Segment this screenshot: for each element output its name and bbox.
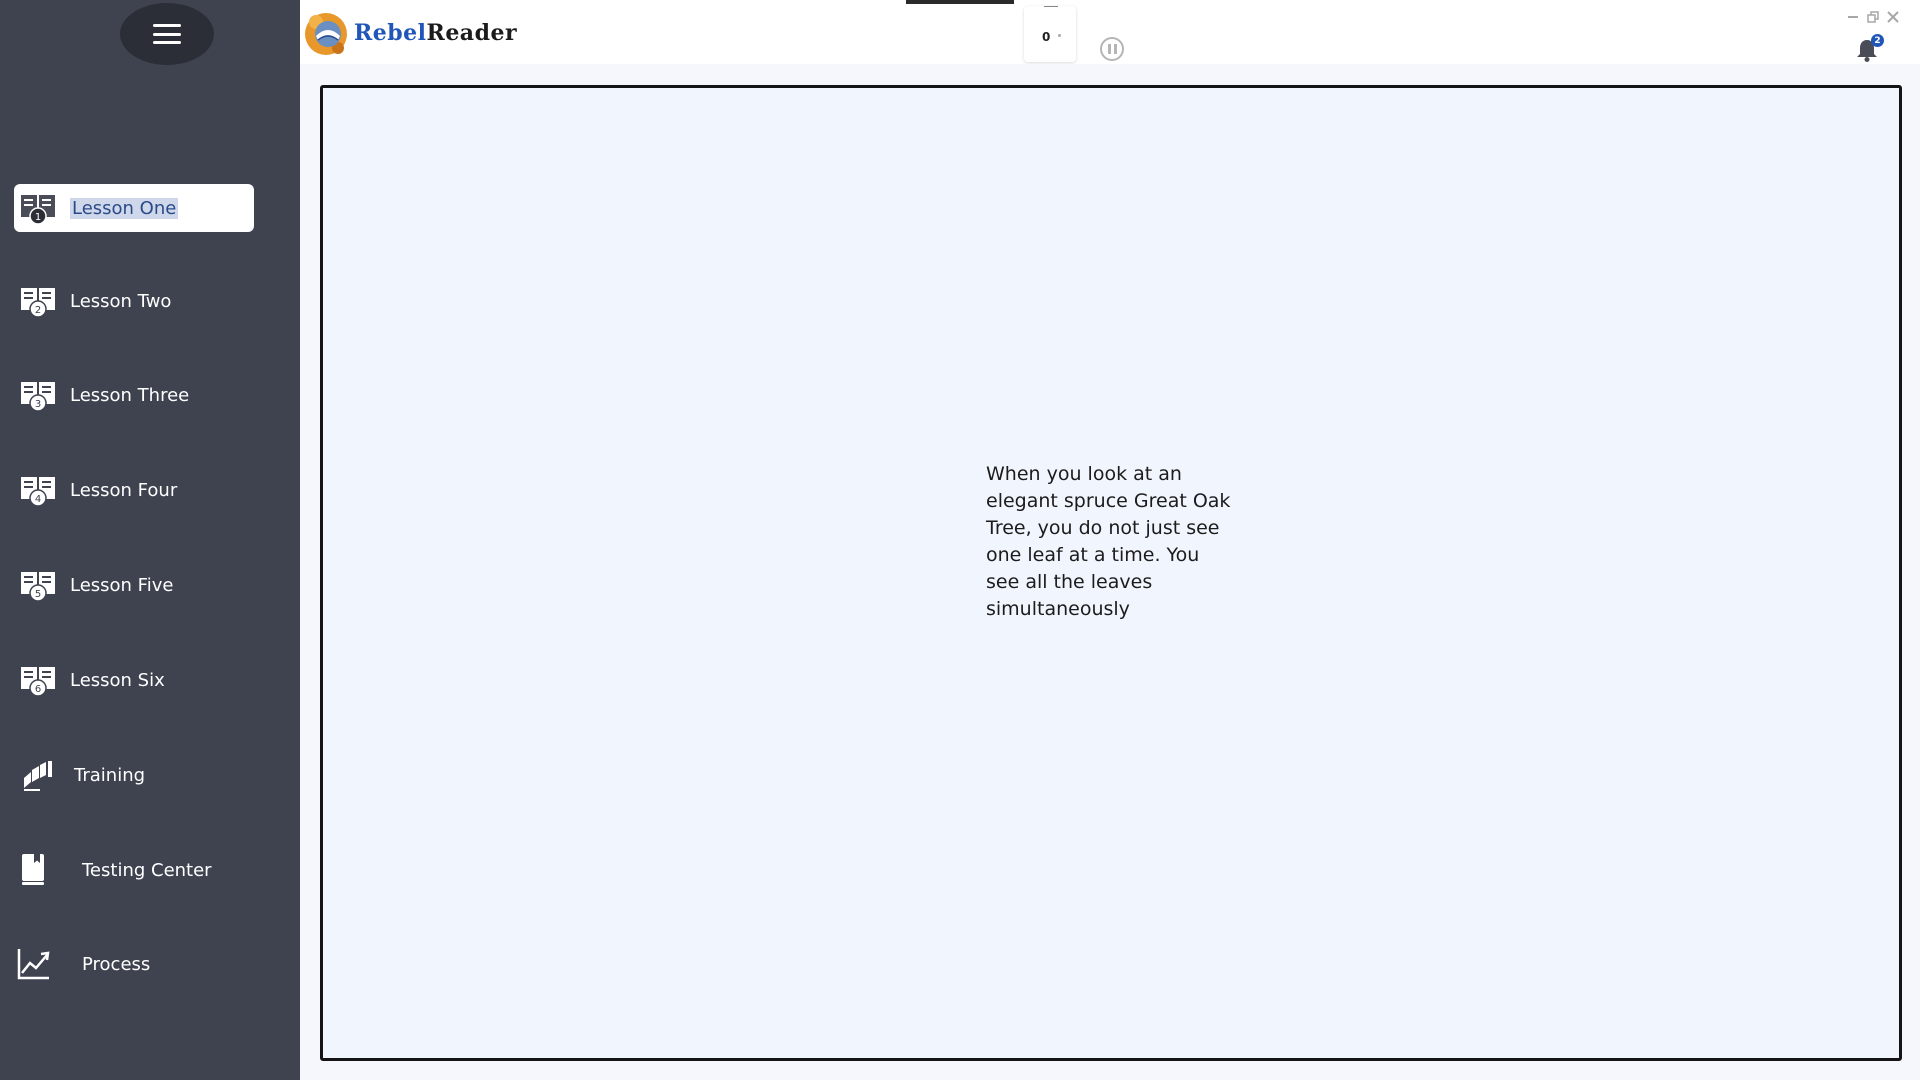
lesson-1-icon: 1 <box>18 188 58 228</box>
book-icon <box>14 850 54 890</box>
lesson-4-icon: 4 <box>18 470 58 510</box>
counter-dot <box>1058 34 1061 37</box>
minimize-icon[interactable] <box>1846 10 1860 24</box>
svg-text:4: 4 <box>35 494 41 505</box>
sidebar-item-label: Testing Center <box>82 859 212 881</box>
restore-icon[interactable] <box>1866 10 1880 24</box>
training-icon <box>18 755 58 795</box>
notifications-button[interactable]: 2 <box>1856 34 1884 64</box>
sidebar-item-lesson-three[interactable]: 3 Lesson Three <box>14 371 254 419</box>
sidebar-item-lesson-four[interactable]: 4 Lesson Four <box>14 466 254 514</box>
hamburger-icon <box>153 24 181 44</box>
close-icon[interactable] <box>1886 10 1900 24</box>
svg-text:3: 3 <box>35 399 41 410</box>
pause-button[interactable] <box>1100 37 1124 61</box>
sidebar-item-label: Lesson Six <box>70 669 165 691</box>
app-logo[interactable]: RebelReader <box>302 6 517 60</box>
svg-text:1: 1 <box>35 212 41 223</box>
sidebar-item-training[interactable]: Training <box>14 751 254 799</box>
notification-count-badge: 2 <box>1871 34 1884 47</box>
svg-text:5: 5 <box>35 589 41 600</box>
sidebar-item-label: Lesson Two <box>70 290 172 312</box>
window-controls <box>1846 10 1900 24</box>
sidebar-item-label: Lesson Four <box>70 479 178 501</box>
top-bar: RebelReader 0 2 <box>300 0 1920 64</box>
sidebar-item-label: Process <box>82 953 151 975</box>
word-counter[interactable]: 0 <box>1024 6 1076 62</box>
pause-icon-bar <box>1113 44 1117 54</box>
sidebar-item-label: Training <box>74 764 146 786</box>
sidebar-item-label: Lesson Three <box>70 384 190 406</box>
counter-value: 0 <box>1042 30 1051 44</box>
lesson-3-icon: 3 <box>18 375 58 415</box>
lesson-5-icon: 5 <box>18 565 58 605</box>
active-tab-indicator <box>906 0 1014 4</box>
chart-line-icon <box>14 944 54 984</box>
brand-name: RebelReader <box>354 20 518 46</box>
sidebar-item-lesson-one[interactable]: 1 Lesson One <box>14 184 254 232</box>
svg-text:2: 2 <box>35 305 41 316</box>
lesson-2-icon: 2 <box>18 281 58 321</box>
sidebar-item-label: Lesson Five <box>70 574 174 596</box>
rebel-reader-logo-icon <box>305 13 347 55</box>
sidebar-item-lesson-six[interactable]: 6 Lesson Six <box>14 656 254 704</box>
sidebar-item-testing-center[interactable]: Testing Center <box>14 846 254 894</box>
counter-divider <box>1044 6 1058 7</box>
sidebar-item-lesson-five[interactable]: 5 Lesson Five <box>14 561 254 609</box>
pause-icon-bar <box>1107 44 1111 54</box>
sidebar-item-label: Lesson One <box>70 197 179 219</box>
reading-panel: When you look at an elegant spruce Great… <box>320 85 1902 1061</box>
sidebar-item-process[interactable]: Process <box>14 940 254 988</box>
reading-passage: When you look at an elegant spruce Great… <box>986 463 1231 620</box>
sidebar: 1 Lesson One 2 Lesson Two 3 Lesson Three… <box>0 0 300 1080</box>
lesson-6-icon: 6 <box>18 660 58 700</box>
hamburger-menu-button[interactable] <box>120 3 214 65</box>
sidebar-item-lesson-two[interactable]: 2 Lesson Two <box>14 277 254 325</box>
svg-text:6: 6 <box>35 684 41 695</box>
main-content: When you look at an elegant spruce Great… <box>300 64 1920 1080</box>
